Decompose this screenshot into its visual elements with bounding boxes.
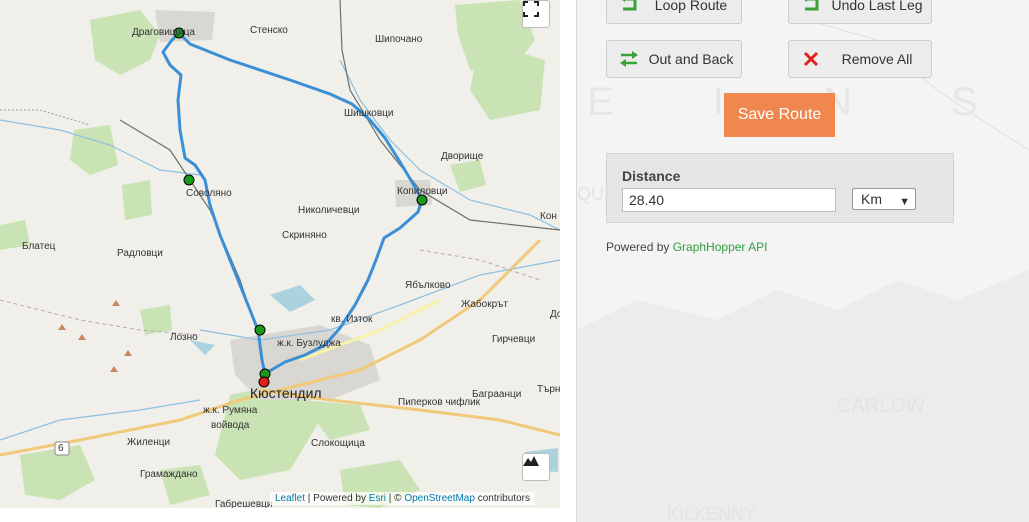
undo-last-leg-label: Undo Last Leg [831, 0, 923, 13]
map-attribution: Leaflet | Powered by Esri | © OpenStreet… [270, 492, 535, 505]
town-label: Николичевци [298, 205, 360, 216]
remove-all-button[interactable]: Remove All [788, 40, 932, 78]
city-label: Кюстендил [250, 385, 322, 401]
out-and-back-icon [617, 47, 641, 71]
forest-areas [0, 0, 545, 508]
chevron-down-icon: ▼ [899, 196, 910, 208]
attribution-text: | Powered by [305, 493, 369, 504]
town-label: Грамаждано [140, 469, 198, 480]
town-label: Жиленци [127, 437, 171, 448]
town-label: Шишковци [344, 108, 394, 119]
remove-icon [799, 47, 823, 71]
osm-link[interactable]: OpenStreetMap [404, 493, 475, 504]
svg-text:KILKENNY: KILKENNY [667, 504, 756, 522]
town-label: Соволяно [186, 188, 232, 199]
town-label: войвода [211, 420, 250, 431]
svg-text:CARLOW: CARLOW [837, 395, 925, 417]
distance-label: Distance [622, 168, 681, 184]
powered-by: Powered by GraphHopper API [606, 240, 767, 254]
attribution-text: | © [386, 493, 405, 504]
town-label: Лозно [170, 332, 198, 343]
town-label: Скриняно [282, 230, 327, 241]
leaflet-link[interactable]: Leaflet [275, 493, 305, 504]
fullscreen-button[interactable] [522, 0, 550, 28]
route-panel: NTY E I N S T QUEE CARLOW KILKENNY Loop … [577, 0, 1029, 522]
town-label: Радловци [117, 248, 163, 259]
map-bottom-gutter [0, 508, 576, 522]
panel-background-map: NTY E I N S T QUEE CARLOW KILKENNY [577, 0, 1029, 522]
remove-all-label: Remove All [841, 51, 913, 67]
map-canvas[interactable] [0, 0, 560, 508]
town-label: Шипочано [375, 34, 423, 45]
loop-route-label: Loop Route [654, 0, 728, 13]
unit-select[interactable]: Km ▼ [852, 188, 916, 210]
town-label: Жабокрът [461, 299, 508, 310]
unit-value: Km [861, 191, 882, 207]
town-label: Драговищица [132, 27, 195, 38]
town-label: До [550, 309, 560, 320]
graphhopper-link[interactable]: GraphHopper API [673, 240, 768, 254]
town-label: Дворище [441, 151, 484, 162]
town-label: Стенско [250, 25, 288, 36]
layers-button[interactable] [522, 453, 550, 481]
waypoint-marker [254, 324, 266, 336]
undo-icon [799, 0, 823, 17]
terrain-layer-icon [523, 456, 539, 466]
map-gutter [560, 0, 576, 522]
waypoint-marker [183, 174, 195, 186]
distance-box: Distance 28.40 Km ▼ [606, 153, 954, 223]
fullscreen-icon [523, 1, 539, 17]
town-label: Копиловци [397, 186, 448, 197]
town-label: Кон [540, 211, 557, 222]
out-and-back-button[interactable]: Out and Back [606, 40, 742, 78]
attribution-text: contributors [474, 493, 530, 504]
save-route-button[interactable]: Save Route [724, 93, 835, 137]
road-number: 6 [58, 443, 64, 454]
out-and-back-label: Out and Back [648, 51, 734, 67]
town-label: Гирчевци [492, 334, 536, 345]
undo-last-leg-button[interactable]: Undo Last Leg [788, 0, 932, 24]
town-label: ж.к. Румяна [203, 405, 258, 416]
town-label: Блатец [22, 241, 56, 252]
route-map[interactable]: Драговищица Стенско Шипочано Шишковци Дворищ… [0, 0, 560, 508]
terrain-marks [58, 300, 132, 372]
loop-route-button[interactable]: Loop Route [606, 0, 742, 24]
esri-link[interactable]: Esri [369, 493, 386, 504]
town-label: кв. Изток [331, 314, 373, 325]
town-label: Ябълково [405, 280, 451, 291]
distance-field[interactable]: 28.40 [622, 188, 836, 212]
loop-icon [617, 0, 641, 17]
powered-by-text: Powered by [606, 240, 673, 254]
town-label: Габрешевци [215, 499, 273, 508]
town-label: Слокощица [311, 438, 365, 449]
town-label: Търн [537, 384, 560, 395]
town-label: ж.к. Бузлуджа [277, 338, 341, 349]
town-label: Пиперков чифлик [398, 397, 481, 408]
